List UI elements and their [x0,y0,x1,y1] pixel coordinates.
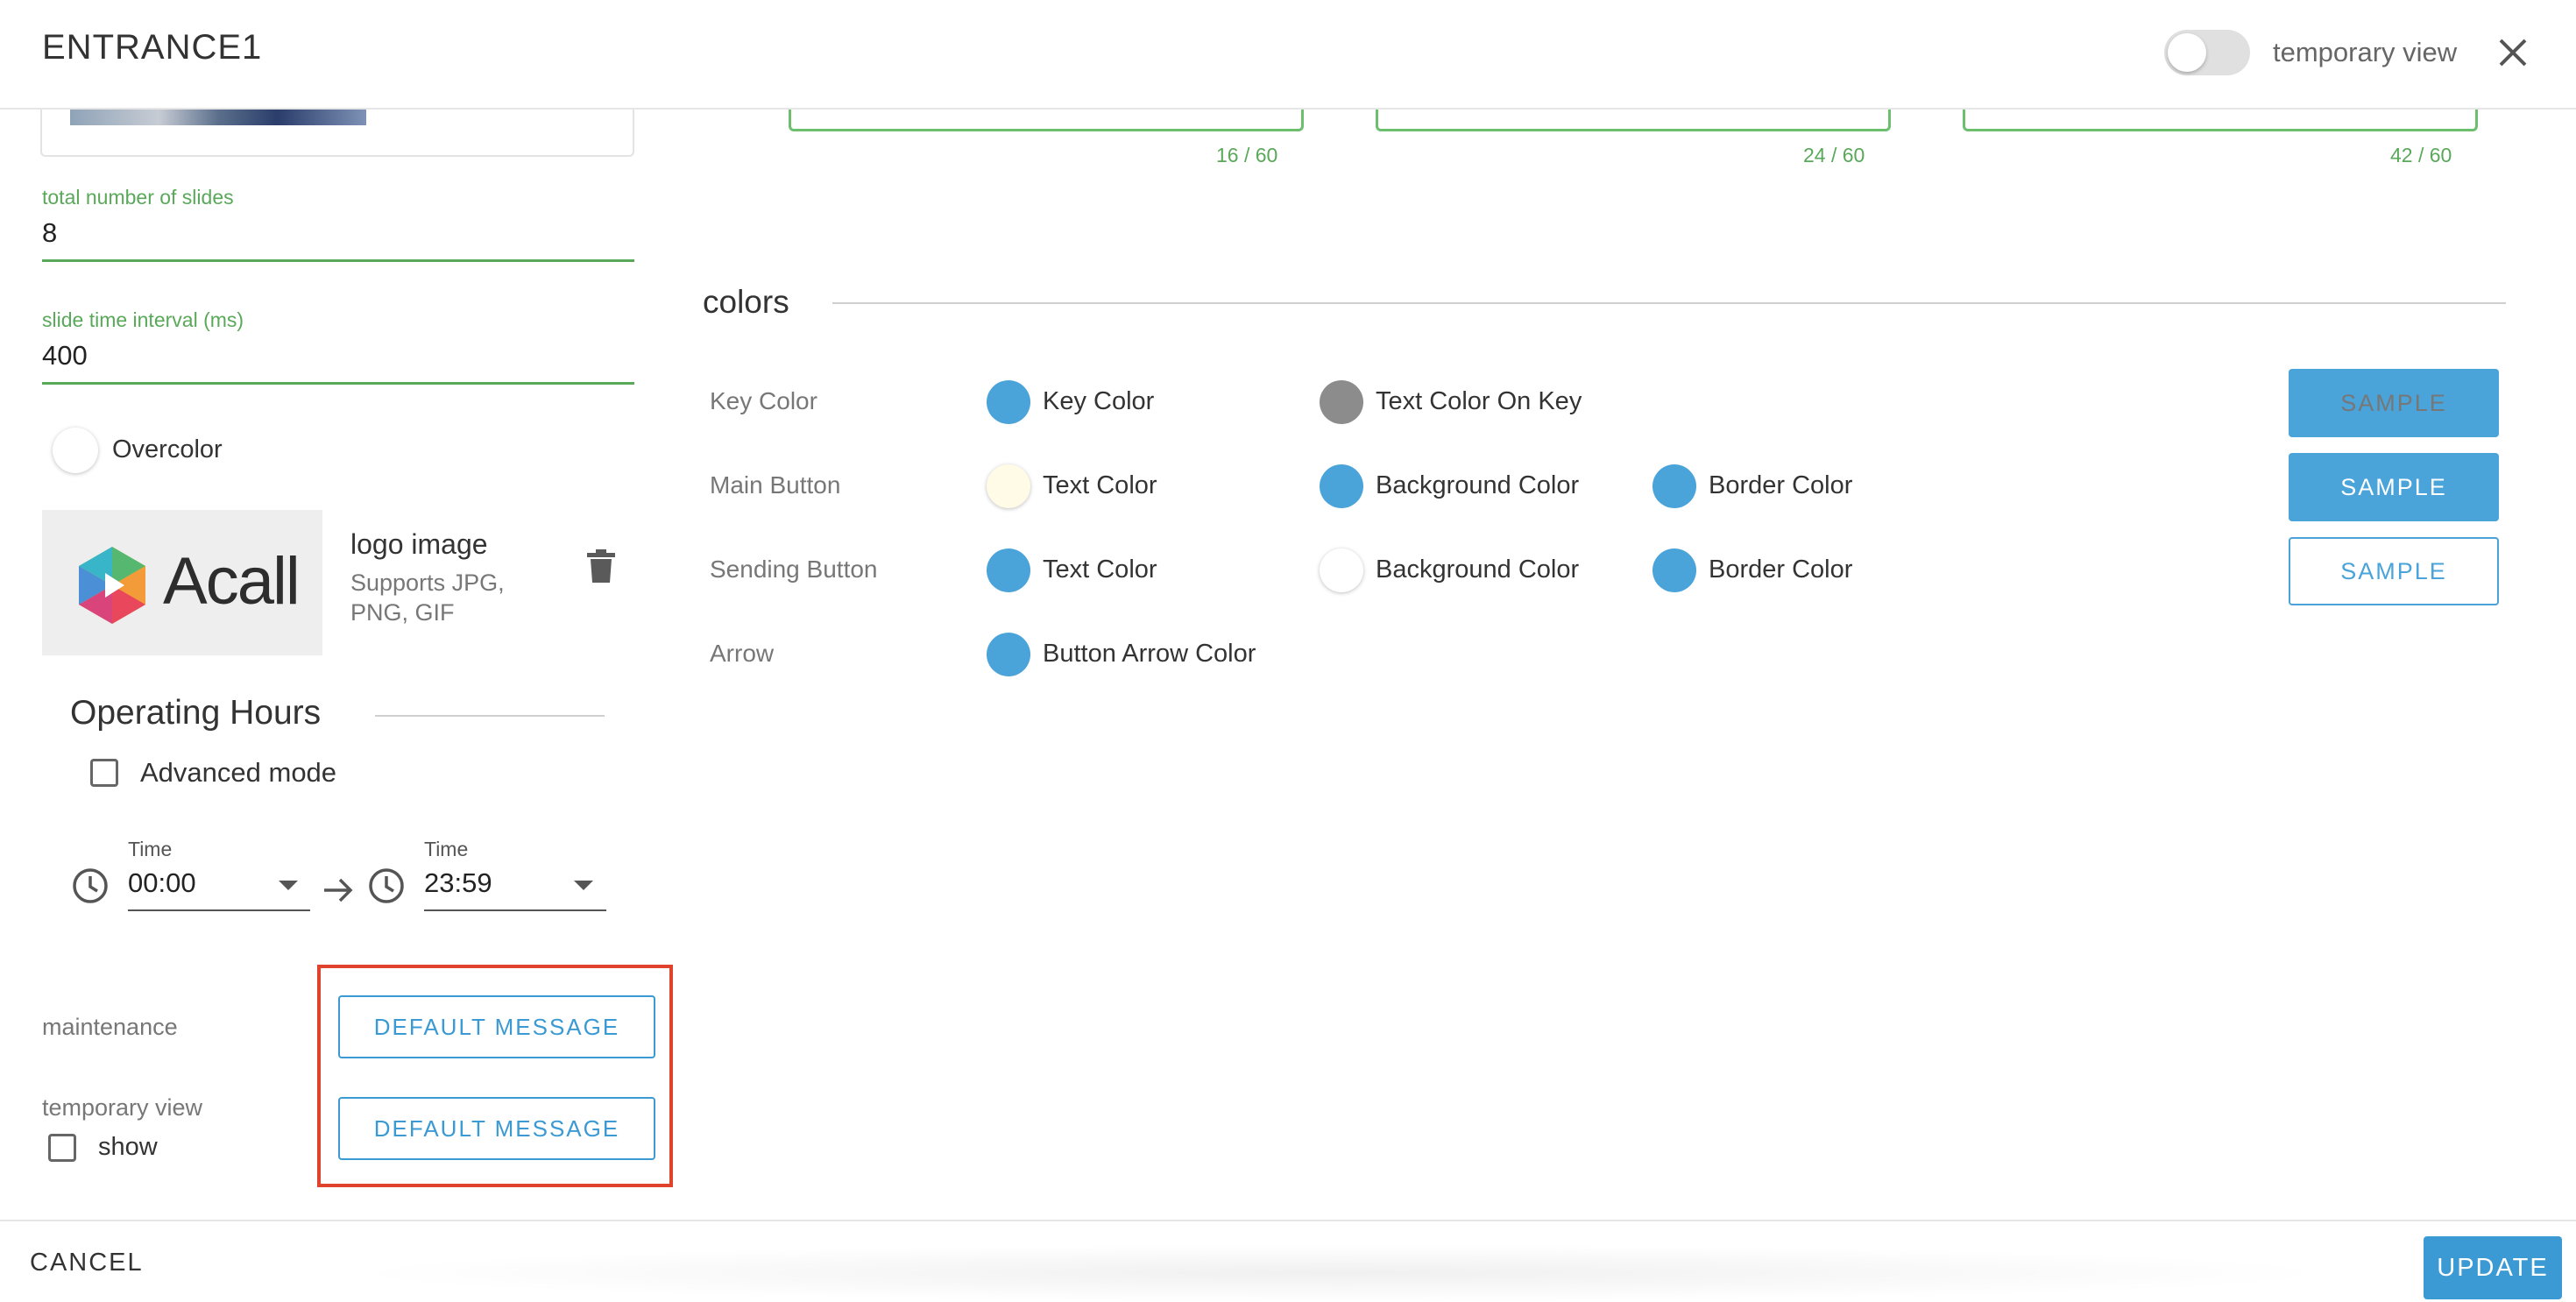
from-time-select[interactable]: 00:00 [128,867,196,899]
main-text-color-swatch[interactable] [987,464,1030,508]
message-textarea[interactable] [789,109,1304,131]
logo-hint-line1: Supports JPG, [350,570,505,596]
chevron-down-icon[interactable] [574,881,593,890]
to-time-label: Time [424,838,469,860]
main-background-color-swatch[interactable] [1320,464,1363,508]
sending-text-color-swatch[interactable] [987,548,1030,592]
key-color-sample-button[interactable]: SAMPLE [2289,369,2499,437]
char-counter: 42 / 60 [2390,144,2452,166]
key-color-swatch[interactable] [987,380,1030,424]
dialog-header: ENTRANCE1 temporary view [0,0,2576,110]
swatch-label: Button Arrow Color [1043,640,1256,668]
button-arrow-color-swatch[interactable] [987,633,1030,676]
close-icon[interactable] [2494,33,2532,72]
temporary-view-default-message-button[interactable]: DEFAULT MESSAGE [338,1097,655,1160]
trash-icon[interactable] [585,548,617,584]
toggle-knob[interactable] [2168,33,2206,72]
interval-underline [42,382,634,385]
overcolor-label: Overcolor [112,435,223,463]
interval-label: slide time interval (ms) [42,308,244,331]
slides-input[interactable]: 8 [42,217,57,249]
swatch-label: Border Color [1709,471,1853,499]
advanced-mode-label: Advanced mode [140,757,337,788]
slides-underline [42,259,634,262]
colors-title: colors [703,284,789,320]
operating-hours-title: Operating Hours [70,694,322,732]
chevron-down-icon[interactable] [279,881,298,890]
show-label: show [98,1133,158,1161]
footer-shadow [333,1244,2348,1302]
logo-image-title: logo image [350,528,488,560]
row-label-sending-button: Sending Button [710,555,878,583]
clock-icon [369,868,404,903]
row-label-main-button: Main Button [710,471,841,499]
dialog-title: ENTRANCE1 [42,28,263,67]
section-divider [375,715,605,717]
maintenance-default-message-button[interactable]: DEFAULT MESSAGE [338,995,655,1058]
swatch-label: Key Color [1043,387,1155,415]
slide-image-preview [70,110,366,125]
show-checkbox[interactable] [48,1134,76,1162]
to-time-select[interactable]: 23:59 [424,867,492,899]
swatch-label: Border Color [1709,555,1853,584]
acall-logo-icon [79,547,145,624]
sending-button-sample-button[interactable]: SAMPLE [2289,537,2499,605]
main-button-sample-button[interactable]: SAMPLE [2289,453,2499,521]
message-textarea[interactable] [1376,109,1891,131]
logo-image-text: Acall [163,544,301,619]
sending-background-color-swatch[interactable] [1320,548,1363,592]
interval-input[interactable]: 400 [42,340,88,371]
sending-border-color-swatch[interactable] [1652,548,1696,592]
arrow-right-icon [324,878,353,902]
from-time-underline [128,909,310,911]
cancel-button[interactable]: CANCEL [30,1249,144,1277]
from-time-label: Time [128,838,173,860]
maintenance-label: maintenance [42,1014,178,1040]
row-label-arrow: Arrow [710,640,775,667]
clock-icon [73,868,108,903]
char-counter: 16 / 60 [1216,144,1278,166]
section-divider [832,302,2506,304]
swatch-label: Text Color [1043,471,1157,499]
temporary-view-label: temporary view [42,1094,203,1121]
to-time-underline [424,909,606,911]
main-border-color-swatch[interactable] [1652,464,1696,508]
message-textarea[interactable] [1963,109,2478,131]
swatch-label: Text Color On Key [1376,387,1582,415]
text-color-on-key-swatch[interactable] [1320,380,1363,424]
swatch-label: Background Color [1376,555,1580,584]
toggle-label: temporary view [2273,37,2458,67]
slides-label: total number of slides [42,186,234,209]
row-label-key-color: Key Color [710,387,817,414]
overcolor-swatch[interactable] [53,428,98,473]
char-counter: 24 / 60 [1803,144,1865,166]
update-button[interactable]: UPDATE [2424,1236,2562,1299]
logo-hint-line2: PNG, GIF [350,599,455,626]
swatch-label: Text Color [1043,555,1157,584]
swatch-label: Background Color [1376,471,1580,499]
advanced-mode-checkbox[interactable] [90,759,118,787]
